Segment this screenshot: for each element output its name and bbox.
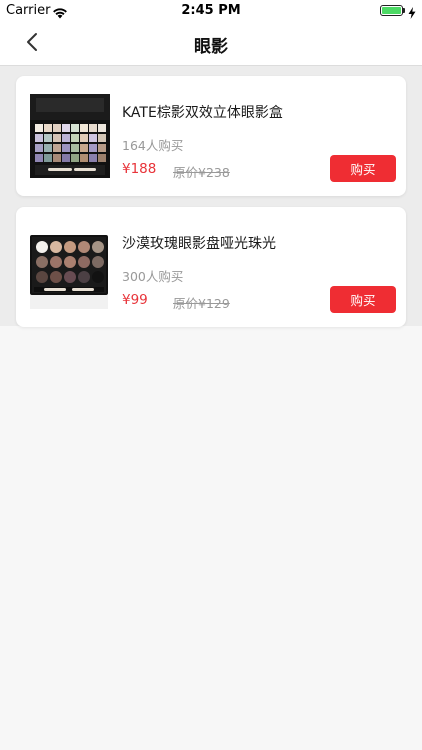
status-bar: Carrier 2:45 PM <box>0 0 422 22</box>
battery-cap <box>403 8 405 13</box>
product-image-eyeshadow-palette <box>30 225 110 311</box>
product-image-eyeshadow-palette <box>30 94 110 180</box>
status-time: 2:45 PM <box>181 3 241 18</box>
buy-button[interactable]: 购买 <box>330 155 396 182</box>
original-price: 原价¥129 <box>173 296 230 311</box>
sold-count: 300人购买 <box>122 269 184 284</box>
product-name: KATE棕影双效立体眼影盒 <box>122 105 283 121</box>
product-list: KATE棕影双效立体眼影盒 164人购买 ¥188 原价¥238 购买 沙漠玫瑰… <box>0 66 422 327</box>
original-price: 原价¥238 <box>173 165 230 180</box>
page-title: 眼影 <box>194 37 228 57</box>
product-name: 沙漠玫瑰眼影盘哑光珠光 <box>122 236 276 252</box>
product-card[interactable]: KATE棕影双效立体眼影盒 164人购买 ¥188 原价¥238 购买 <box>16 76 406 196</box>
battery-level <box>382 7 401 14</box>
price: ¥99 <box>122 292 148 308</box>
price: ¥188 <box>122 161 157 177</box>
sold-count: 164人购买 <box>122 138 184 153</box>
bolt-icon <box>408 4 416 23</box>
buy-button[interactable]: 购买 <box>330 286 396 313</box>
navigation-bar: 眼影 <box>0 22 422 66</box>
battery-icon <box>380 5 403 16</box>
product-card[interactable]: 沙漠玫瑰眼影盘哑光珠光 300人购买 ¥99 原价¥129 购买 <box>16 207 406 327</box>
